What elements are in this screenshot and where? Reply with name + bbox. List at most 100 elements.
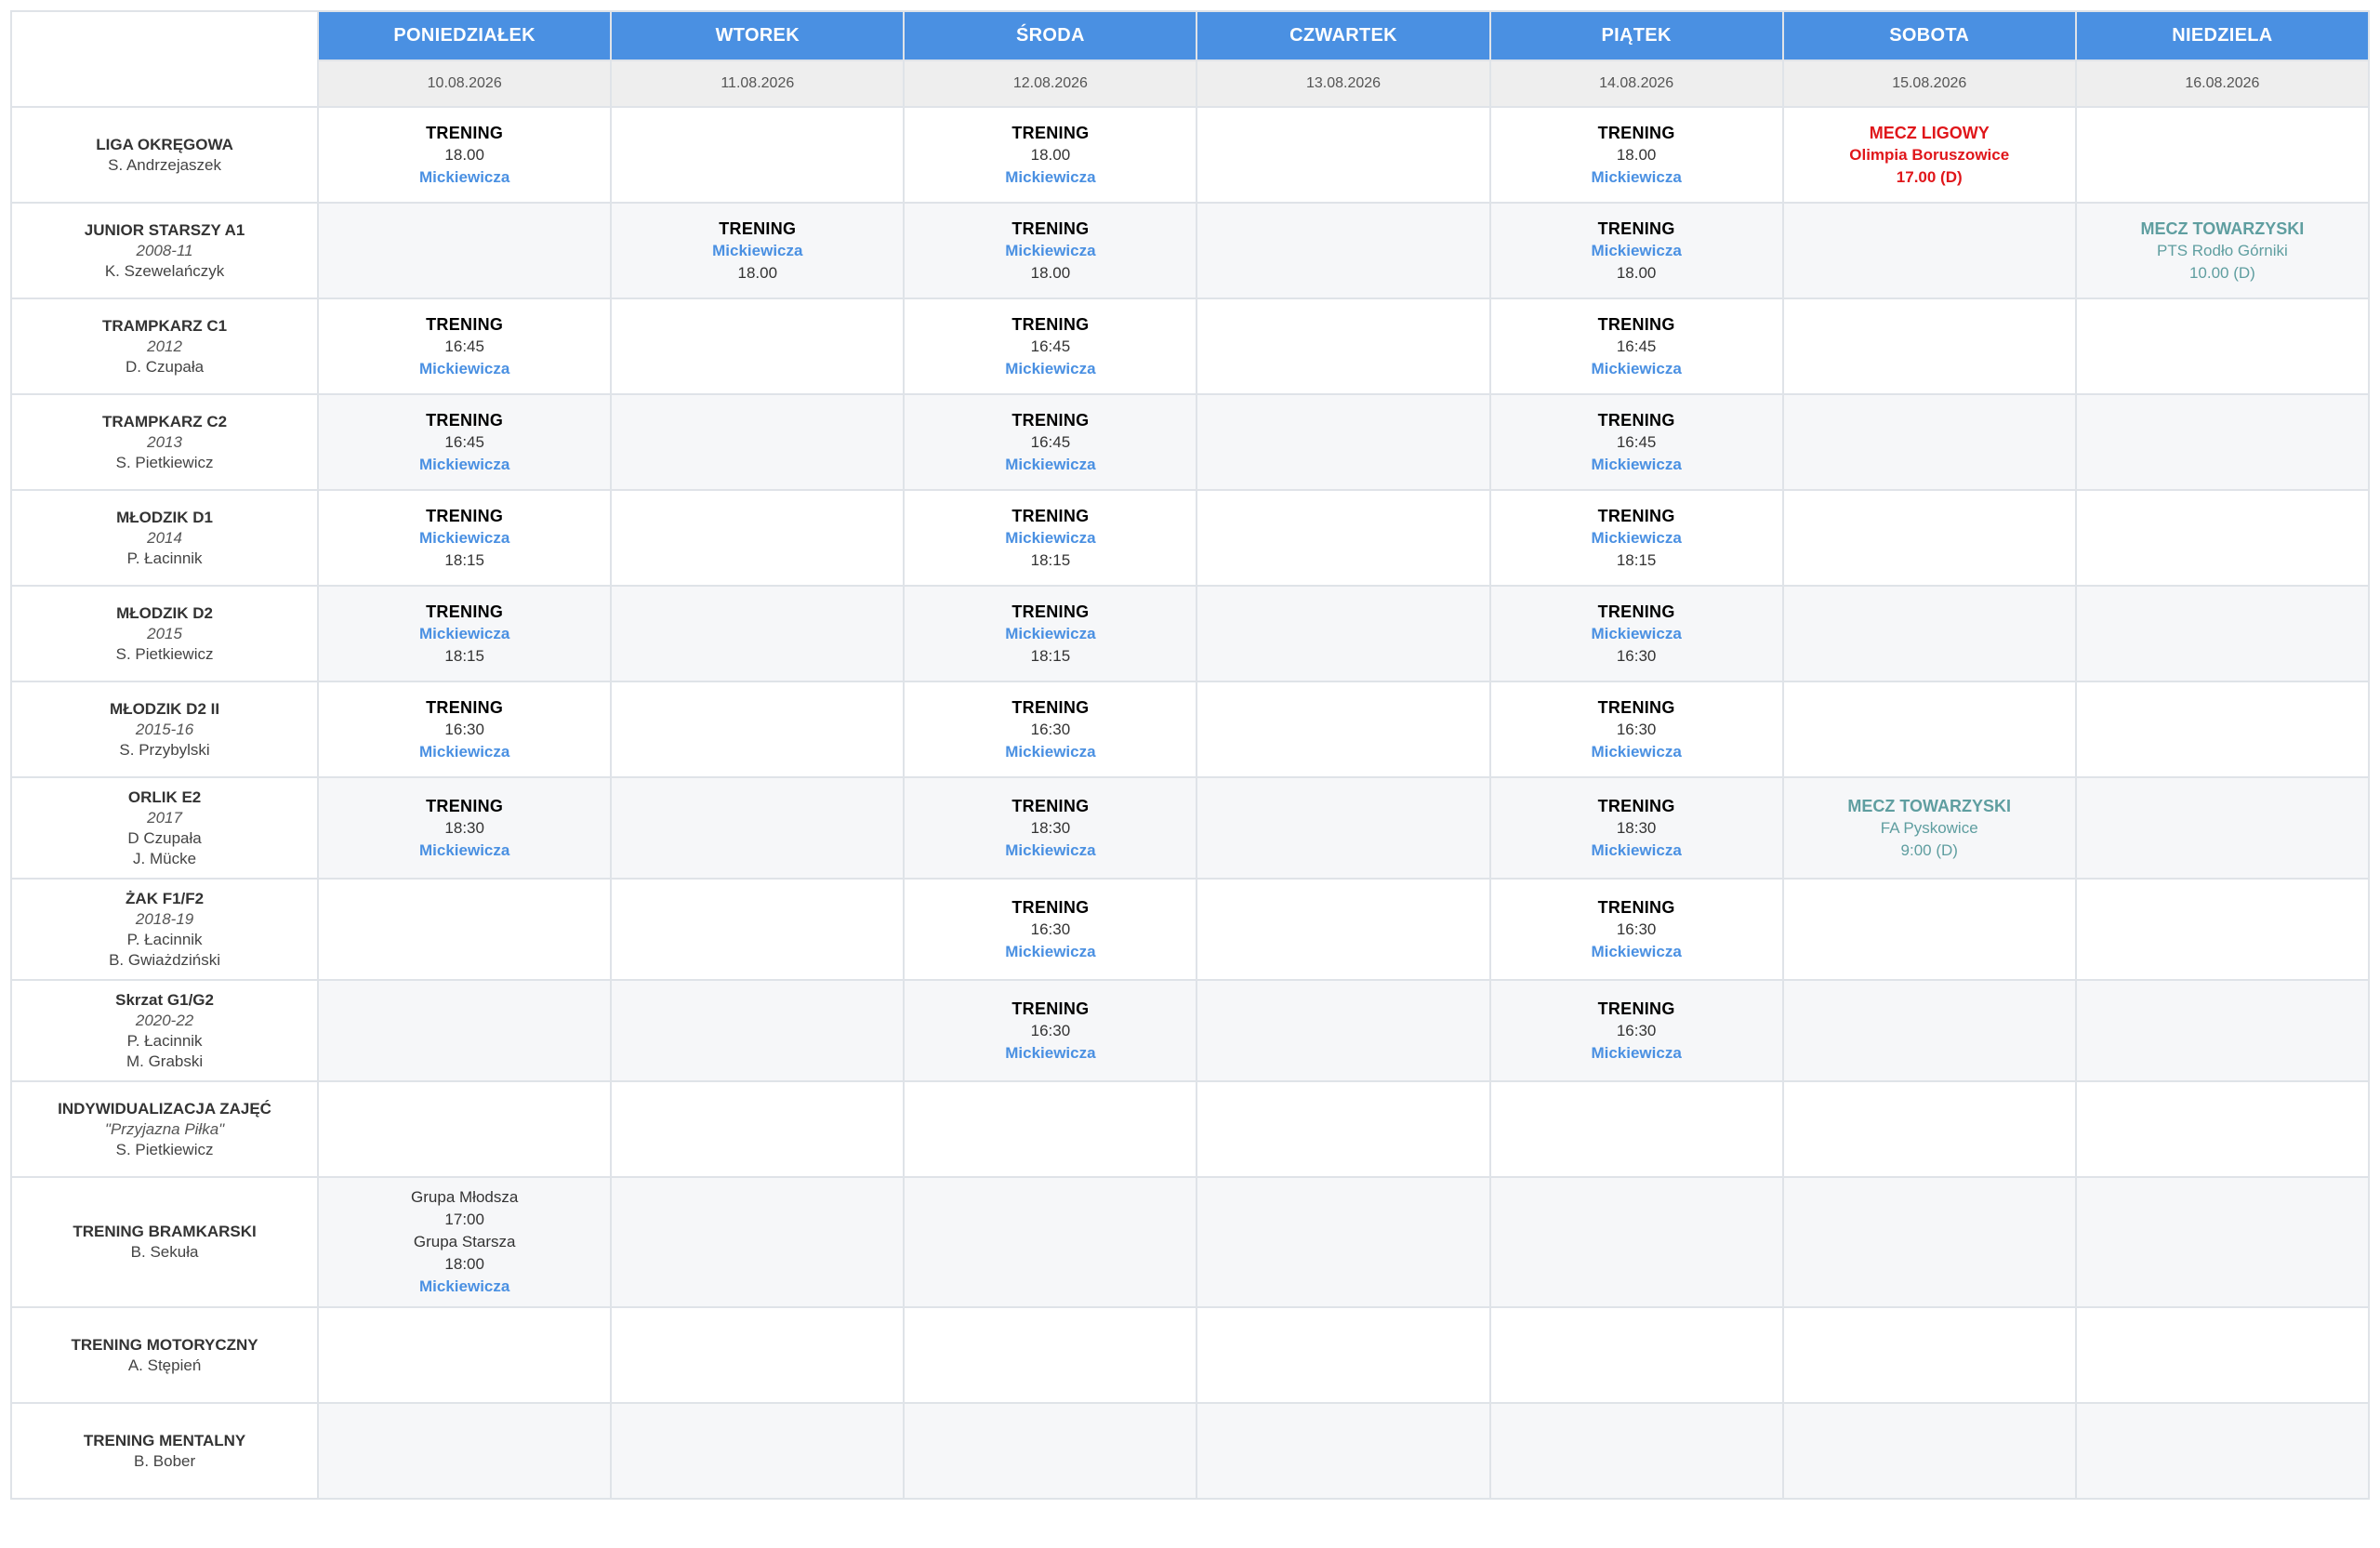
schedule-empty-cell [610, 489, 906, 587]
schedule-empty-cell [317, 979, 613, 1082]
event-title: TRENING [1597, 999, 1675, 1018]
event-time: 18:15 [444, 550, 484, 569]
schedule-event-cell: TRENING Mickiewicza 18.00 [903, 202, 1198, 299]
event-title: TRENING [719, 218, 797, 238]
schedule-event-cell: TRENING Mickiewicza 18:15 [1488, 489, 1784, 587]
event-time: 18.00 [1030, 263, 1071, 282]
schedule-event-cell: TRENING 16:45 Mickiewicza [317, 298, 613, 395]
event-location[interactable]: Mickiewicza [905, 941, 1196, 963]
event-location[interactable]: Mickiewicza [1491, 941, 1782, 963]
schedule-event-cell: TRENING Mickiewicza 18.00 [1488, 202, 1784, 299]
event-time: 16:30 [1616, 720, 1657, 738]
event-location[interactable]: Mickiewicza [319, 166, 610, 189]
event-location[interactable]: Mickiewicza [905, 358, 1196, 380]
team-year: 2017 [147, 808, 182, 827]
event-location[interactable]: Mickiewicza [1491, 623, 1782, 645]
event-line: Olimpia Boruszowice [1849, 145, 2010, 164]
event-location[interactable]: Mickiewicza [1491, 527, 1782, 549]
schedule-empty-cell [2074, 106, 2371, 204]
team-year: 2015 [147, 624, 182, 642]
schedule-event-cell: TRENING 16:45 Mickiewicza [903, 393, 1198, 491]
date-thursday: 13.08.2026 [1196, 60, 1491, 108]
event-location[interactable]: Mickiewicza [1491, 166, 1782, 189]
team-name: TRENING MOTORYCZNY [71, 1335, 258, 1354]
event-time: 18:15 [1030, 646, 1071, 665]
event-location[interactable]: Mickiewicza [905, 240, 1196, 262]
event-time: 18:15 [1616, 550, 1657, 569]
event-location[interactable]: Mickiewicza [319, 741, 610, 763]
schedule-row: MŁODZIK D2 II 2015-16 S. Przybylski TRENING… [9, 681, 2371, 778]
schedule-empty-cell [1196, 298, 1491, 395]
event-location[interactable]: Mickiewicza [1491, 358, 1782, 380]
event-location[interactable]: Mickiewicza [319, 358, 610, 380]
date-friday: 14.08.2026 [1488, 60, 1784, 108]
schedule-row: JUNIOR STARSZY A1 2008-11 K. Szewelańczyk T… [9, 202, 2371, 299]
schedule-empty-cell [610, 393, 906, 491]
schedule-event-cell: TRENING 16:30 Mickiewicza [1488, 681, 1784, 778]
event-location[interactable]: Mickiewicza [905, 840, 1196, 862]
event-time: 16:45 [444, 432, 484, 451]
schedule-event-cell: TRENING 16:45 Mickiewicza [903, 298, 1198, 395]
event-location[interactable]: Mickiewicza [319, 840, 610, 862]
date-tuesday: 11.08.2026 [610, 60, 906, 108]
event-location[interactable]: Mickiewicza [905, 527, 1196, 549]
schedule-empty-cell [1781, 298, 2077, 395]
event-time: 16:45 [1616, 337, 1657, 355]
schedule-row: TRAMPKARZ C2 2013 S. Pietkiewicz TRENING 16:… [9, 393, 2371, 491]
team-name: MŁODZIK D2 [116, 603, 213, 622]
schedule-empty-cell [2074, 681, 2371, 778]
event-time: 16:30 [1616, 920, 1657, 938]
team-name: Skrzat G1/G2 [115, 990, 214, 1009]
team-name: TRAMPKARZ C2 [102, 412, 228, 430]
coach-name: B. Sekuła [130, 1243, 199, 1261]
schedule-empty-cell [317, 878, 613, 981]
event-location[interactable]: Mickiewicza [1491, 1042, 1782, 1065]
event-line: PTS Rodło Górniki [2157, 241, 2288, 259]
coach-name: P. Łacinnik [126, 549, 203, 567]
schedule-empty-cell [610, 979, 906, 1082]
coach-name: S. Przybylski [119, 740, 210, 759]
schedule-event-cell: TRENING 16:45 Mickiewicza [1488, 393, 1784, 491]
event-location[interactable]: Mickiewicza [1491, 454, 1782, 476]
event-location[interactable]: Mickiewicza [1491, 240, 1782, 262]
schedule-empty-cell [1488, 1402, 1784, 1500]
coach-name: S. Andrzejaszek [108, 155, 222, 174]
event-location[interactable]: Mickiewicza [905, 454, 1196, 476]
schedule-empty-cell [1781, 681, 2077, 778]
schedule-empty-cell [1196, 681, 1491, 778]
schedule-empty-cell [1196, 979, 1491, 1082]
row-label: MŁODZIK D2 II 2015-16 S. Przybylski [9, 681, 320, 778]
event-location[interactable]: Mickiewicza [319, 623, 610, 645]
event-time: 18.00 [1616, 263, 1657, 282]
coach-name: B. Bober [133, 1451, 196, 1470]
schedule-empty-cell [1196, 776, 1491, 880]
schedule-row: ORLIK E2 2017 D Czupała J. Mücke TRENING 18:3… [9, 776, 2371, 880]
schedule-empty-cell [317, 1306, 613, 1404]
row-label: LIGA OKRĘGOWA S. Andrzejaszek [9, 106, 320, 204]
coach-name: B. Gwiażdziński [109, 950, 221, 969]
schedule-empty-cell [1196, 393, 1491, 491]
schedule-empty-cell [317, 1402, 613, 1500]
event-time: 16:30 [1616, 1021, 1657, 1039]
event-location[interactable]: Mickiewicza [905, 623, 1196, 645]
date-sunday: 16.08.2026 [2074, 60, 2371, 108]
event-location[interactable]: Mickiewicza [319, 1276, 610, 1298]
event-location[interactable]: Mickiewicza [612, 240, 903, 262]
schedule-empty-cell [1781, 1080, 2077, 1178]
event-location[interactable]: Mickiewicza [319, 527, 610, 549]
schedule-empty-cell [2074, 1080, 2371, 1178]
schedule-empty-cell [1781, 489, 2077, 587]
event-location[interactable]: Mickiewicza [905, 166, 1196, 189]
event-location[interactable]: Mickiewicza [319, 454, 610, 476]
team-name: ŻAK F1/F2 [126, 889, 205, 907]
event-location[interactable]: Mickiewicza [1491, 840, 1782, 862]
event-time: 16:30 [1030, 920, 1071, 938]
schedule-row: LIGA OKRĘGOWA S. Andrzejaszek TRENING 18.00… [9, 106, 2371, 204]
event-location[interactable]: Mickiewicza [905, 1042, 1196, 1065]
event-location[interactable]: Mickiewicza [1491, 741, 1782, 763]
schedule-event-cell: TRENING Mickiewicza 18.00 [610, 202, 906, 299]
team-year: "Przyjazna Piłka" [104, 1119, 225, 1138]
schedule-event-cell: TRENING 16:30 Mickiewicza [903, 681, 1198, 778]
event-location[interactable]: Mickiewicza [905, 741, 1196, 763]
team-name: MŁODZIK D1 [116, 508, 213, 526]
